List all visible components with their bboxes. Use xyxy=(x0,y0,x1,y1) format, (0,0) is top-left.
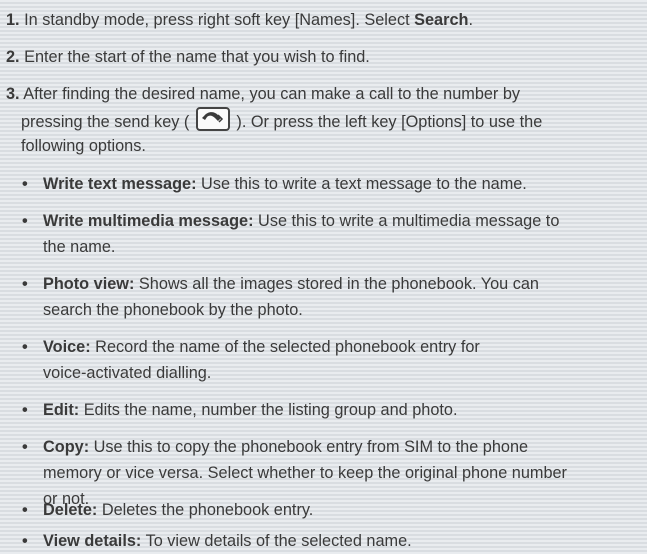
option-write-multimedia-message: • Write multimedia message: Use this to … xyxy=(22,208,642,260)
option-term: Photo view: xyxy=(43,275,135,293)
option-term: Edit: xyxy=(43,401,80,419)
option-desc: the name. xyxy=(43,238,116,256)
option-term: Write text message: xyxy=(43,175,197,193)
step-number: 2. xyxy=(6,48,20,66)
option-desc: Use this to copy the phonebook entry fro… xyxy=(89,438,529,456)
option-edit: • Edit: Edits the name, number the listi… xyxy=(22,397,642,423)
option-desc: To view details of the selected name. xyxy=(141,532,412,550)
option-desc: search the phonebook by the photo. xyxy=(43,301,303,319)
step-3-line-3: following options. xyxy=(21,133,641,159)
option-voice: • Voice: Record the name of the selected… xyxy=(22,334,642,386)
step-text: After finding the desired name, you can … xyxy=(19,85,521,103)
step-text: ). Or press the left key [Options] to us… xyxy=(236,113,543,131)
option-desc: Edits the name, number the listing group… xyxy=(79,401,458,419)
step-number: 3. xyxy=(6,85,20,103)
step-1: 1. In standby mode, press right soft key… xyxy=(6,7,636,33)
bullet-icon: • xyxy=(22,275,28,293)
bullet-icon: • xyxy=(22,401,28,419)
option-view-details: • View details: To view details of the s… xyxy=(22,528,642,554)
option-photo-view: • Photo view: Shows all the images store… xyxy=(22,271,642,323)
option-term: Copy: xyxy=(43,438,90,456)
step-number: 1. xyxy=(6,11,20,29)
option-desc: voice-activated dialling. xyxy=(43,364,212,382)
step-text: In standby mode, press right soft key [N… xyxy=(19,11,415,29)
bullet-icon: • xyxy=(22,338,28,356)
option-desc: Shows all the images stored in the phone… xyxy=(134,275,539,293)
step-2: 2. Enter the start of the name that you … xyxy=(6,44,636,70)
bullet-icon: • xyxy=(22,438,28,456)
step-bold-term: Search xyxy=(414,11,469,29)
option-write-text-message: • Write text message: Use this to write … xyxy=(22,171,642,197)
option-delete: • Delete: Deletes the phonebook entry. xyxy=(22,497,642,523)
option-desc: Use this to write a multimedia message t… xyxy=(253,212,560,230)
option-desc: Record the name of the selected phoneboo… xyxy=(90,338,480,356)
bullet-icon: • xyxy=(22,212,28,230)
bullet-icon: • xyxy=(22,501,28,519)
step-text: following options. xyxy=(21,137,146,155)
option-term: Write multimedia message: xyxy=(43,212,254,230)
send-call-icon xyxy=(195,107,230,131)
option-desc: memory or vice versa. Select whether to … xyxy=(43,464,567,482)
bullet-icon: • xyxy=(22,175,28,193)
option-desc: Deletes the phonebook entry. xyxy=(97,501,314,519)
option-desc: Use this to write a text message to the … xyxy=(196,175,527,193)
option-term: Voice: xyxy=(43,338,91,356)
step-3: 3. After finding the desired name, you c… xyxy=(6,81,636,107)
bullet-icon: • xyxy=(22,532,28,550)
option-term: View details: xyxy=(43,532,142,550)
step-text: pressing the send key ( xyxy=(21,113,190,131)
step-3-line-2: pressing the send key ( ). Or press the … xyxy=(21,107,641,135)
option-term: Delete: xyxy=(43,501,98,519)
step-text: Enter the start of the name that you wis… xyxy=(19,48,370,66)
step-text-end: . xyxy=(468,11,473,29)
